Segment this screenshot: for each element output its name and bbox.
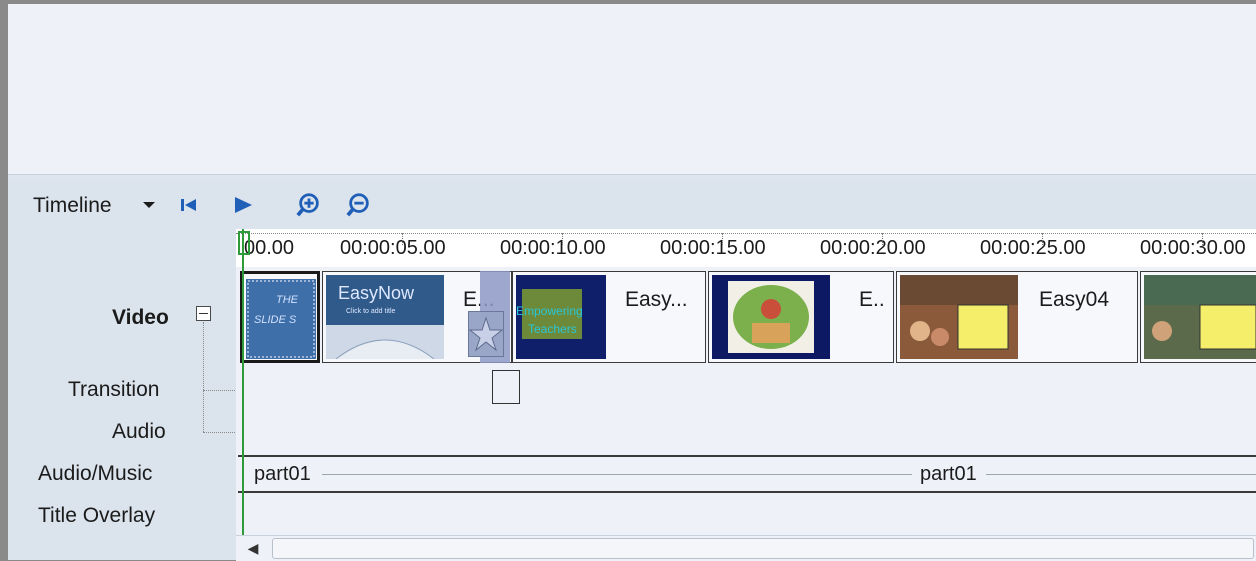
ruler-tick-label: 00:00:10.00: [500, 237, 606, 259]
video-clip[interactable]: Easy04: [896, 271, 1138, 363]
playhead[interactable]: [242, 229, 244, 535]
music-clip-name: part01: [254, 463, 311, 485]
audio-waveform: [986, 474, 1256, 475]
rewind-icon[interactable]: [176, 192, 202, 218]
clip-thumbnail: Empowering Teachers: [516, 275, 606, 359]
scrollbar-thumb[interactable]: [272, 538, 1254, 559]
ruler-tick-label: 00:00:05.00: [340, 237, 446, 259]
ruler-tick-label: 00.00: [244, 237, 295, 259]
ruler-tick: [722, 233, 724, 245]
tree-line: [203, 390, 237, 392]
tree-line: [203, 322, 205, 432]
ruler-tick: [1042, 233, 1044, 245]
transition-track[interactable]: [236, 367, 1256, 410]
timeline-toolbar: Timeline: [8, 179, 1256, 229]
timeline-panel: Timeline Video Transition Audio Audio/Mu…: [8, 179, 1256, 561]
transition-marker[interactable]: [492, 370, 520, 404]
star-icon[interactable]: [468, 311, 504, 357]
ruler-tick: [1202, 233, 1204, 245]
track-label-title-overlay: Title Overlay: [38, 504, 156, 527]
music-clip[interactable]: part01 part01: [238, 455, 1256, 493]
clip-thumbnail: [1144, 275, 1256, 359]
svg-text:Click to add title: Click to add title: [346, 308, 396, 315]
track-label-transition: Transition: [68, 378, 160, 401]
collapse-toggle-icon[interactable]: [196, 306, 211, 321]
svg-text:SLIDE S: SLIDE S: [254, 314, 297, 326]
ruler-tick: [402, 233, 404, 245]
video-clip[interactable]: THE SLIDE S: [240, 271, 320, 363]
ruler-tick-label: 00:00:25.00: [980, 237, 1086, 259]
ruler-tick: [882, 233, 884, 245]
svg-text:Teachers: Teachers: [528, 322, 577, 336]
clip-name: E..: [859, 288, 885, 311]
ruler-line: [236, 233, 1256, 234]
clip-thumbnail: THE SLIDE S: [246, 279, 316, 359]
tree-line: [203, 432, 237, 434]
video-clip[interactable]: E..: [708, 271, 894, 363]
track-label-video: Video: [112, 306, 169, 329]
ruler-tick-label: 00:00:15.00: [660, 237, 766, 259]
clip-thumbnail: [900, 275, 1018, 359]
ruler-tick-label: 00:00:20.00: [820, 237, 926, 259]
clip-thumbnail: EasyNow Click to add title: [326, 275, 444, 359]
clip-thumbnail: [712, 275, 830, 359]
horizontal-scrollbar[interactable]: ◀: [236, 535, 1256, 561]
audio-music-track[interactable]: part01 part01: [236, 451, 1256, 496]
preview-area: [8, 4, 1256, 174]
audio-track[interactable]: [236, 409, 1256, 452]
play-icon[interactable]: [230, 192, 256, 218]
video-clip[interactable]: Empowering Teachers Easy...: [512, 271, 706, 363]
ruler-tick: [562, 233, 564, 245]
timeline-area[interactable]: 00.00 00:00:05.00 00:00:10.00 00:00:15.0…: [236, 229, 1256, 560]
svg-text:EasyNow: EasyNow: [338, 283, 415, 303]
track-label-audio: Audio: [112, 420, 166, 443]
clip-name: Easy04: [1039, 288, 1110, 311]
track-label-audio-music: Audio/Music: [38, 462, 153, 485]
zoom-in-icon[interactable]: [296, 192, 322, 218]
time-ruler[interactable]: 00.00 00:00:05.00 00:00:10.00 00:00:15.0…: [236, 229, 1256, 268]
dropdown-arrow-icon[interactable]: [143, 202, 155, 208]
video-clip[interactable]: [1140, 271, 1256, 363]
ruler-tick-label: 00:00:30.00: [1140, 237, 1246, 259]
app-window: Timeline Video Transition Audio Audio/Mu…: [8, 4, 1256, 561]
video-track[interactable]: THE SLIDE S EasyNow Click to add title E…: [236, 267, 1256, 368]
audio-waveform: [322, 474, 912, 475]
zoom-out-icon[interactable]: [346, 192, 372, 218]
scroll-left-icon[interactable]: ◀: [242, 539, 264, 557]
svg-text:Empowering: Empowering: [516, 304, 583, 318]
music-clip-name: part01: [920, 463, 977, 485]
title-overlay-track[interactable]: [236, 495, 1256, 536]
svg-text:THE: THE: [276, 294, 299, 306]
clip-name: Easy...: [625, 288, 688, 311]
playhead-handle[interactable]: [238, 231, 250, 255]
view-mode-label[interactable]: Timeline: [33, 194, 112, 218]
